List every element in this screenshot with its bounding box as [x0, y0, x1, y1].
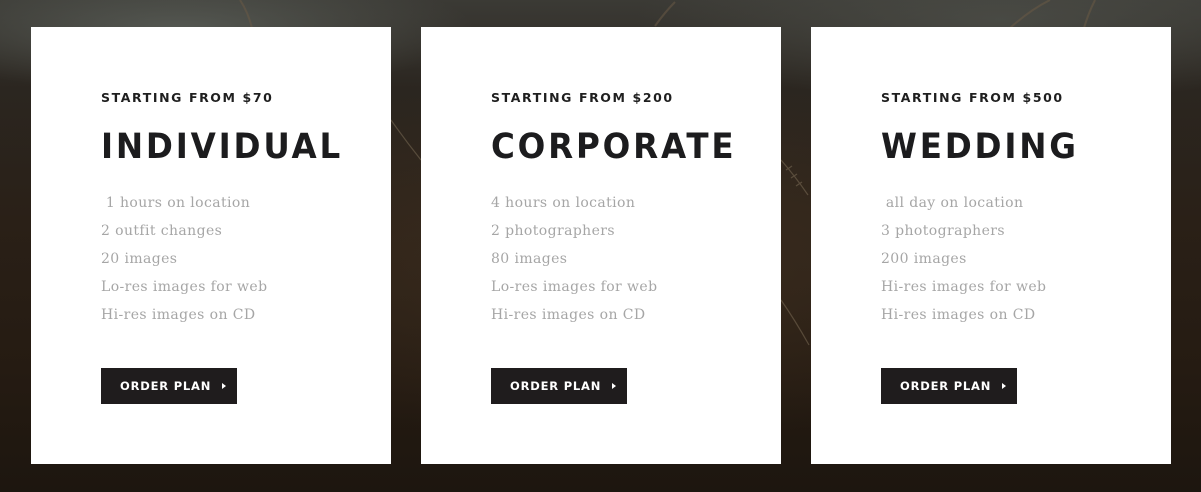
- feature-item: Hi-res images on CD: [881, 307, 1036, 323]
- caret-right-icon: [1002, 383, 1007, 389]
- feature-list: 4 hours on location 2 photographers 80 i…: [491, 189, 781, 329]
- feature-item: 2 photographers: [491, 223, 615, 239]
- feature-item: Lo-res images for web: [101, 279, 268, 295]
- order-plan-button[interactable]: ORDER PLAN: [101, 368, 237, 404]
- feature-item: Hi-res images on CD: [101, 307, 256, 323]
- plan-title: CORPORATE: [491, 127, 737, 167]
- plan-title: WEDDING: [881, 127, 1079, 167]
- pricing-card-corporate: STARTING FROM $200 CORPORATE 4 hours on …: [421, 27, 781, 464]
- feature-item: 3 photographers: [881, 223, 1005, 239]
- feature-item: Lo-res images for web: [491, 279, 658, 295]
- order-plan-label: ORDER PLAN: [120, 379, 212, 393]
- feature-item: 4 hours on location: [491, 195, 636, 211]
- feature-item: 200 images: [881, 251, 967, 267]
- feature-item: 80 images: [491, 251, 568, 267]
- pricing-card-individual: STARTING FROM $70 INDIVIDUAL 1 hours on …: [31, 27, 391, 464]
- feature-item: 1 hours on location: [101, 195, 251, 211]
- order-plan-label: ORDER PLAN: [900, 379, 992, 393]
- feature-list: 1 hours on location 2 outfit changes 20 …: [101, 189, 391, 329]
- feature-list: all day on location 3 photographers 200 …: [881, 189, 1171, 329]
- starting-price: STARTING FROM $500: [881, 90, 1064, 105]
- feature-item: 2 outfit changes: [101, 223, 223, 239]
- feature-item: Hi-res images on CD: [491, 307, 646, 323]
- starting-price: STARTING FROM $70: [101, 90, 274, 105]
- feature-item: all day on location: [881, 195, 1024, 211]
- caret-right-icon: [222, 383, 227, 389]
- plan-title: INDIVIDUAL: [101, 127, 344, 167]
- starting-price: STARTING FROM $200: [491, 90, 674, 105]
- pricing-card-wedding: STARTING FROM $500 WEDDING all day on lo…: [811, 27, 1171, 464]
- order-plan-button[interactable]: ORDER PLAN: [881, 368, 1017, 404]
- feature-item: Hi-res images for web: [881, 279, 1047, 295]
- caret-right-icon: [612, 383, 617, 389]
- feature-item: 20 images: [101, 251, 178, 267]
- order-plan-button[interactable]: ORDER PLAN: [491, 368, 627, 404]
- order-plan-label: ORDER PLAN: [510, 379, 602, 393]
